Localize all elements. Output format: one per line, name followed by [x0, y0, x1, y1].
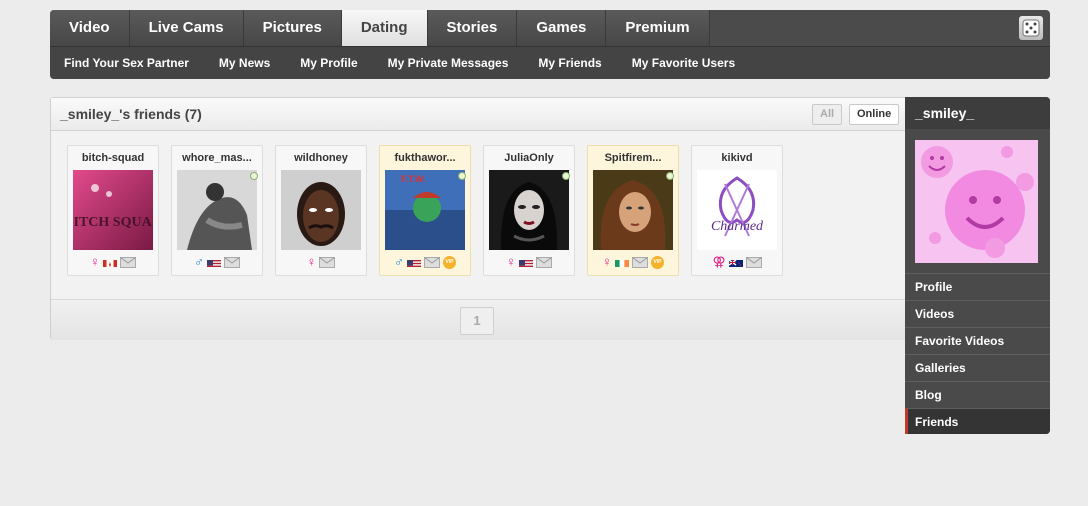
tab-premium[interactable]: Premium [606, 10, 710, 46]
profile-menu: Profile Videos Favorite Videos Galleries… [905, 273, 1050, 434]
profile-sidebar: _smiley_ Profile Videos Favorite Videos … [905, 97, 1050, 434]
sidebar-item-blog[interactable]: Blog [905, 381, 1050, 408]
friend-username[interactable]: JuliaOnly [484, 152, 574, 164]
dice-icon [1022, 19, 1040, 37]
photo-caption: BITCH SQUAD [73, 215, 153, 230]
subnav-my-news[interactable]: My News [219, 56, 270, 70]
friend-photo[interactable] [593, 170, 673, 250]
mail-icon[interactable] [423, 256, 440, 268]
friend-username[interactable]: bitch-squad [68, 152, 158, 164]
sidebar-item-videos[interactable]: Videos [905, 300, 1050, 327]
tab-pictures[interactable]: Pictures [243, 10, 342, 46]
new-zealand-flag-icon [728, 257, 743, 267]
male-icon: ♂ [194, 254, 204, 269]
tab-games[interactable]: Games [517, 10, 607, 46]
photo-caption: Charmed [711, 219, 764, 234]
tab-live-cams[interactable]: Live Cams [129, 10, 244, 46]
mail-icon[interactable] [535, 256, 552, 268]
friend-username[interactable]: kikivd [692, 152, 782, 164]
friend-info-icons: ♂ VIP [380, 255, 470, 269]
tab-video[interactable]: Video [50, 10, 130, 46]
female-icon: ♀ [506, 254, 516, 269]
friend-info-icons: ♀ [276, 255, 366, 269]
online-indicator-icon [562, 172, 570, 180]
friend-info-icons: ⚢ [692, 255, 782, 269]
sub-nav: Find Your Sex Partner My News My Profile… [50, 46, 1050, 79]
usa-flag-icon [406, 257, 421, 267]
friend-username[interactable]: Spitfirem... [588, 152, 678, 164]
male-icon: ♂ [394, 254, 404, 269]
subnav-my-profile[interactable]: My Profile [300, 56, 357, 70]
page-button-1[interactable]: 1 [460, 307, 494, 335]
friend-username[interactable]: whore_mas... [172, 152, 262, 164]
main-nav: Video Live Cams Pictures Dating Stories … [50, 10, 1050, 46]
friends-panel: _smiley_'s friends (7) All Online bitch-… [50, 97, 906, 340]
sidebar-item-favorite-videos[interactable]: Favorite Videos [905, 327, 1050, 354]
friend-info-icons: ♂ [172, 255, 262, 269]
top-navigation: Video Live Cams Pictures Dating Stories … [50, 10, 1050, 79]
mail-icon[interactable] [631, 256, 648, 268]
friend-photo[interactable]: BITCH SQUAD [73, 170, 153, 250]
usa-flag-icon [518, 257, 533, 267]
vip-badge-icon: VIP [442, 255, 456, 269]
friends-panel-header: _smiley_'s friends (7) All Online [51, 98, 906, 131]
random-dice-button[interactable] [1019, 16, 1043, 40]
mail-icon[interactable] [745, 256, 762, 268]
mail-icon[interactable] [223, 256, 240, 268]
photo-caption: F.T.W. [401, 174, 426, 184]
female-icon: ♀ [602, 254, 612, 269]
tab-dating[interactable]: Dating [341, 10, 428, 46]
mail-icon[interactable] [319, 256, 336, 268]
sidebar-item-galleries[interactable]: Galleries [905, 354, 1050, 381]
subnav-find-partner[interactable]: Find Your Sex Partner [64, 56, 189, 70]
female-icon: ♀ [306, 254, 317, 269]
friends-list: bitch-squad BITCH SQUAD ♀ whore_ [67, 145, 795, 276]
profile-username[interactable]: _smiley_ [905, 97, 1050, 129]
ireland-flag-icon [614, 257, 629, 267]
sidebar-item-profile[interactable]: Profile [905, 273, 1050, 300]
friend-card[interactable]: whore_mas... ♂ [171, 145, 263, 276]
subnav-private-messages[interactable]: My Private Messages [388, 56, 509, 70]
friend-card[interactable]: kikivd Charmed ⚢ [691, 145, 783, 276]
tab-stories[interactable]: Stories [427, 10, 518, 46]
friend-photo[interactable] [489, 170, 569, 250]
sidebar-item-friends[interactable]: Friends [905, 408, 1050, 434]
usa-flag-icon [206, 257, 221, 267]
friend-info-icons: ♀ [68, 255, 158, 269]
subnav-my-friends[interactable]: My Friends [538, 56, 601, 70]
page-title: _smiley_'s friends (7) [60, 106, 202, 122]
pagination: 1 [51, 299, 906, 340]
friend-photo[interactable]: Charmed [697, 170, 777, 250]
friend-photo[interactable] [281, 170, 361, 250]
vip-badge-icon: VIP [650, 255, 664, 269]
friend-info-icons: ♀ [484, 255, 574, 269]
mail-icon[interactable] [119, 256, 136, 268]
avatar[interactable] [915, 140, 1038, 263]
online-indicator-icon [458, 172, 466, 180]
online-indicator-icon [666, 172, 674, 180]
friend-card[interactable]: bitch-squad BITCH SQUAD ♀ [67, 145, 159, 276]
friend-photo[interactable] [177, 170, 257, 250]
female-icon: ♀ [90, 254, 100, 269]
friend-card-vip[interactable]: fukthawor... F.T.W. ♂ VIP [379, 145, 471, 276]
friend-photo[interactable]: F.T.W. [385, 170, 465, 250]
female-couple-icon: ⚢ [712, 254, 726, 269]
friend-card[interactable]: wildhoney ♀ [275, 145, 367, 276]
friend-username[interactable]: fukthawor... [380, 152, 470, 164]
friend-username[interactable]: wildhoney [276, 152, 366, 164]
friend-card-vip[interactable]: Spitfirem... ♀ VIP [587, 145, 679, 276]
filter-online-button[interactable]: Online [849, 104, 900, 125]
online-indicator-icon [250, 172, 258, 180]
friend-card[interactable]: JuliaOnly ♀ [483, 145, 575, 276]
canada-flag-icon [102, 257, 117, 267]
subnav-favorite-users[interactable]: My Favorite Users [632, 56, 735, 70]
filter-all-button[interactable]: All [812, 104, 843, 125]
friend-info-icons: ♀ VIP [588, 255, 678, 269]
